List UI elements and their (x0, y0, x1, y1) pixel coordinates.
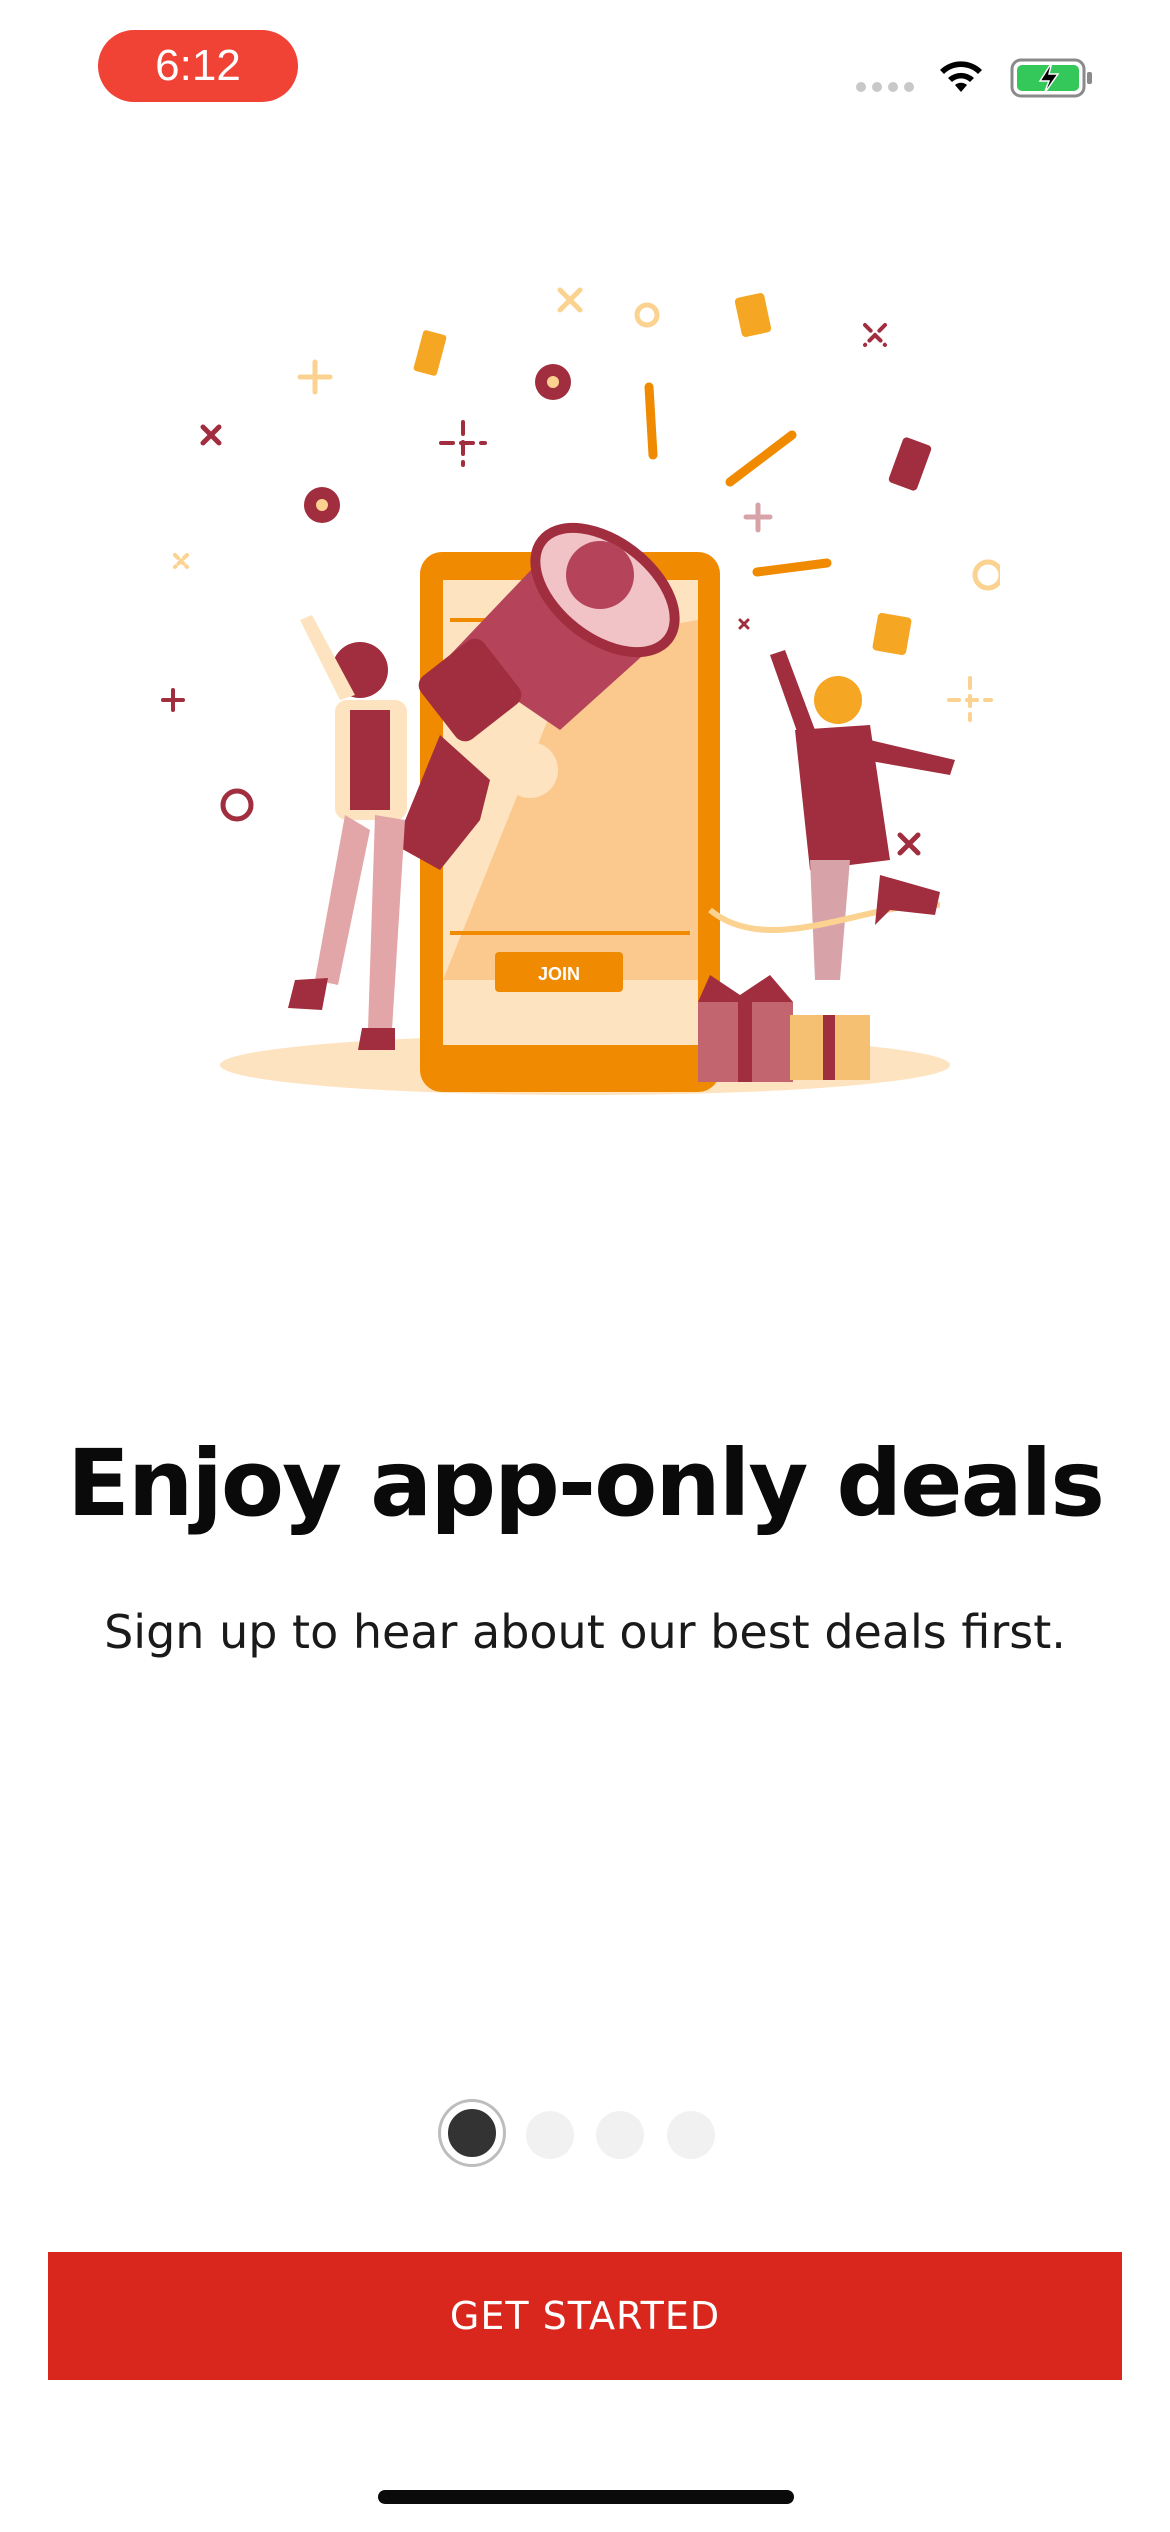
page-dot-3[interactable] (596, 2111, 644, 2159)
status-bar: 6:12 (0, 0, 1170, 130)
page-dot-2[interactable] (526, 2111, 574, 2159)
get-started-button[interactable]: GET STARTED (48, 2252, 1122, 2380)
megaphone-celebration-illustration: JOIN (161, 287, 1000, 1095)
cellular-signal-icon (856, 82, 914, 92)
battery-charging-icon (1010, 58, 1092, 98)
page-indicator (0, 2100, 1170, 2170)
status-time: 6:12 (98, 30, 298, 102)
join-button-illustration: JOIN (538, 964, 580, 984)
onboarding-title: Enjoy app-only deals (67, 1430, 1105, 1537)
onboarding-subtitle: Sign up to hear about our best deals fir… (104, 1605, 1066, 1659)
page-dot-1[interactable] (441, 2102, 503, 2164)
page-dot-4[interactable] (667, 2111, 715, 2159)
wifi-icon (940, 61, 982, 92)
home-indicator[interactable] (378, 2490, 794, 2504)
